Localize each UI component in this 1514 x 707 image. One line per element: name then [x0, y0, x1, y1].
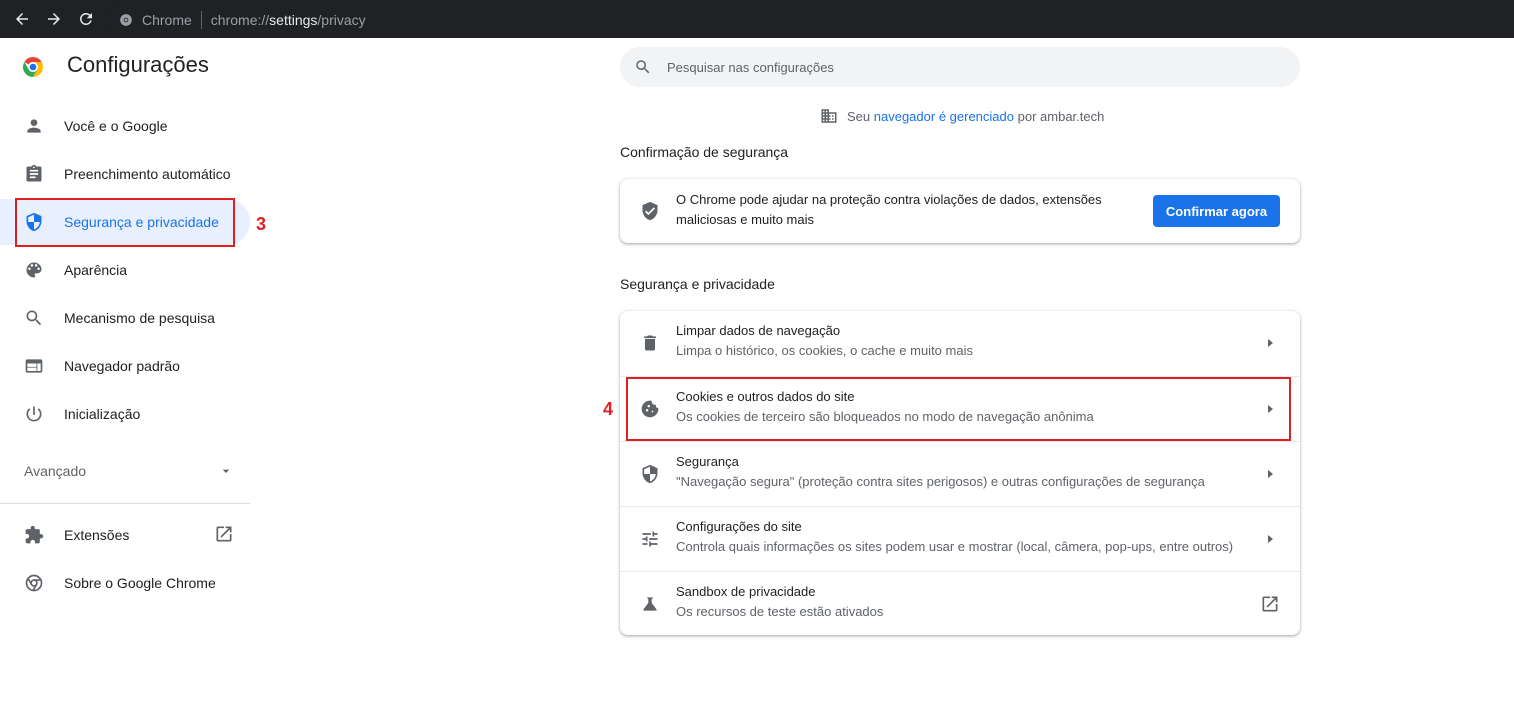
chevron-down-icon [218, 463, 234, 482]
privacy-row-sandbox[interactable]: Sandbox de privacidade Os recursos de te… [620, 571, 1300, 635]
arrow-right-icon [1264, 532, 1276, 546]
privacy-section-heading: Segurança e privacidade [620, 276, 775, 292]
confirm-now-button[interactable]: Confirmar agora [1153, 195, 1280, 227]
sidebar-item-navegador-padrao[interactable]: Navegador padrão [0, 343, 250, 389]
trash-icon [640, 333, 660, 353]
annotation-number-3: 3 [256, 214, 267, 234]
open-in-new-icon[interactable] [1260, 594, 1280, 614]
managed-suffix: por ambar.tech [1017, 108, 1105, 124]
advanced-section-toggle[interactable]: Avançado [24, 458, 234, 484]
row-title: Sandbox de privacidade [676, 584, 816, 599]
sidebar-item-label: Mecanismo de pesquisa [64, 310, 215, 326]
reload-icon[interactable] [70, 0, 102, 38]
safety-check-card: O Chrome pode ajudar na proteção contra … [620, 179, 1300, 243]
safety-check-row: O Chrome pode ajudar na proteção contra … [620, 179, 1300, 243]
safety-check-text: O Chrome pode ajudar na proteção contra … [676, 192, 1102, 227]
page-title: Configurações [67, 52, 209, 77]
privacy-row-security[interactable]: Segurança "Navegação segura" (proteção c… [620, 441, 1300, 506]
settings-search-box[interactable] [620, 47, 1300, 87]
chrome-logo-icon [21, 55, 45, 79]
omnibox-divider [200, 10, 202, 29]
sidebar-item-label: Inicialização [64, 406, 141, 422]
building-icon [820, 107, 838, 125]
palette-icon [22, 258, 46, 282]
sidebar-item-sobre-o-chrome[interactable]: Sobre o Google Chrome [0, 560, 250, 606]
annotation-box-3 [15, 198, 235, 247]
sidebar-item-inicializacao[interactable]: Inicialização [0, 391, 250, 437]
shield-check-icon [640, 201, 660, 221]
open-in-new-icon[interactable] [214, 524, 234, 544]
forward-icon[interactable] [38, 0, 70, 38]
search-input[interactable] [665, 58, 1269, 76]
sidebar-item-label: Preenchimento automático [64, 166, 231, 182]
chrome-site-icon [116, 10, 136, 30]
puzzle-icon [22, 523, 46, 547]
sidebar-item-voce-e-o-google[interactable]: Você e o Google [0, 103, 250, 149]
site-name: Chrome [142, 11, 192, 28]
annotation-box-4 [626, 377, 1291, 441]
arrow-right-icon [1264, 336, 1276, 350]
sidebar-item-aparencia[interactable]: Aparência [0, 247, 250, 293]
row-title: Limpar dados de navegação [676, 323, 841, 338]
search-icon [633, 57, 653, 77]
advanced-label: Avançado [24, 463, 87, 479]
managed-link[interactable]: navegador é gerenciado [874, 109, 1014, 124]
back-icon[interactable] [6, 0, 38, 38]
url-text: chrome://settings/privacy [210, 11, 366, 28]
clipboard-icon [22, 162, 46, 186]
row-title: Segurança [676, 454, 739, 469]
privacy-card: Limpar dados de navegação Limpa o histór… [620, 311, 1300, 635]
row-subtitle: Os recursos de teste estão ativados [676, 604, 884, 619]
sidebar-item-extensoes[interactable]: Extensões [0, 512, 250, 558]
sidebar-item-label: Aparência [64, 262, 128, 278]
sidebar-item-label: Sobre o Google Chrome [64, 575, 216, 591]
search-icon [22, 306, 46, 330]
privacy-row-site-settings[interactable]: Configurações do site Controla quais inf… [620, 506, 1300, 571]
power-icon [22, 402, 46, 426]
managed-prefix: Seu [847, 108, 871, 124]
safety-check-heading: Confirmação de segurança [620, 144, 789, 160]
sidebar-item-mecanismo-de-pesquisa[interactable]: Mecanismo de pesquisa [0, 295, 250, 341]
address-bar[interactable]: Chrome chrome://settings/privacy [106, 3, 1514, 36]
sidebar-item-label: Você e o Google [64, 118, 168, 134]
annotation-number-4: 4 [603, 399, 614, 419]
browser-window-icon [22, 354, 46, 378]
row-subtitle: Controla quais informações os sites pode… [676, 539, 1234, 554]
sidebar-divider [0, 503, 250, 504]
tune-icon [640, 529, 660, 549]
person-icon [22, 114, 46, 138]
sidebar-item-label: Extensões [64, 527, 130, 543]
sidebar-item-label: Navegador padrão [64, 358, 180, 374]
row-subtitle: Limpa o histórico, os cookies, o cache e… [676, 343, 973, 358]
row-title: Configurações do site [676, 519, 802, 534]
managed-notice: Seu navegador é gerenciado por ambar.tec… [820, 107, 1104, 125]
browser-toolbar: Chrome chrome://settings/privacy [0, 0, 1514, 38]
flask-icon [640, 594, 660, 614]
chrome-icon [22, 571, 46, 595]
row-subtitle: "Navegação segura" (proteção contra site… [676, 474, 1205, 489]
sidebar-item-preenchimento[interactable]: Preenchimento automático [0, 151, 250, 197]
arrow-right-icon [1264, 467, 1276, 481]
privacy-row-clear-data[interactable]: Limpar dados de navegação Limpa o histór… [620, 311, 1300, 376]
shield-icon [640, 464, 660, 484]
